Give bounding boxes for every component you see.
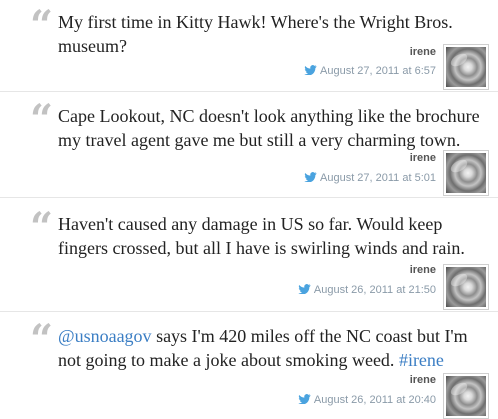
tweet-meta[interactable]: August 27, 2011 at 6:57 [304,65,436,77]
avatar[interactable] [443,264,489,310]
avatar[interactable] [443,44,489,90]
tweet: “ Cape Lookout, NC doesn't look anything… [0,100,498,196]
divider [0,91,498,92]
hurricane-avatar-image [446,267,486,307]
divider [0,197,498,198]
hurricane-avatar-image [446,47,486,87]
tweet-author[interactable]: irene [410,152,436,164]
tweet-timestamp[interactable]: August 27, 2011 at 6:57 [320,65,436,77]
tweet: “ Haven't caused any damage in US so far… [0,208,498,310]
twitter-bird-icon [304,65,317,75]
tweet-text: Haven't caused any damage in US so far. … [58,214,465,258]
mention-link[interactable]: @usnoaagov [58,326,152,346]
twitter-bird-icon [298,284,311,294]
quote-icon: “ [30,316,54,363]
tweet-timestamp[interactable]: August 26, 2011 at 21:50 [314,284,436,296]
tweet-meta[interactable]: August 26, 2011 at 21:50 [298,284,436,296]
tweet-author[interactable]: irene [410,374,436,386]
tweet-meta[interactable]: August 26, 2011 at 20:40 [298,394,436,406]
twitter-bird-icon [304,172,317,182]
tweet-author[interactable]: irene [410,46,436,58]
tweet-meta[interactable]: August 27, 2011 at 5:01 [304,172,436,184]
avatar[interactable] [443,150,489,196]
hurricane-avatar-image [446,376,486,416]
tweet-timestamp[interactable]: August 26, 2011 at 20:40 [314,394,436,406]
quote-icon: “ [30,204,54,251]
quote-icon: “ [30,2,54,49]
twitter-bird-icon [298,394,311,404]
hurricane-avatar-image [446,153,486,193]
divider [0,311,498,312]
tweet-text: Cape Lookout, NC doesn't look anything l… [58,106,480,150]
tweet-timestamp[interactable]: August 27, 2011 at 5:01 [320,172,436,184]
avatar[interactable] [443,373,489,419]
tweet: “ @usnoaagov says I'm 420 miles off the … [0,320,498,419]
tweet: “ My first time in Kitty Hawk! Where's t… [0,6,498,90]
tweet-author[interactable]: irene [410,264,436,276]
quote-icon: “ [30,96,54,143]
tweet-text: @usnoaagov says I'm 420 miles off the NC… [58,324,488,372]
hashtag-link[interactable]: #irene [399,350,444,370]
